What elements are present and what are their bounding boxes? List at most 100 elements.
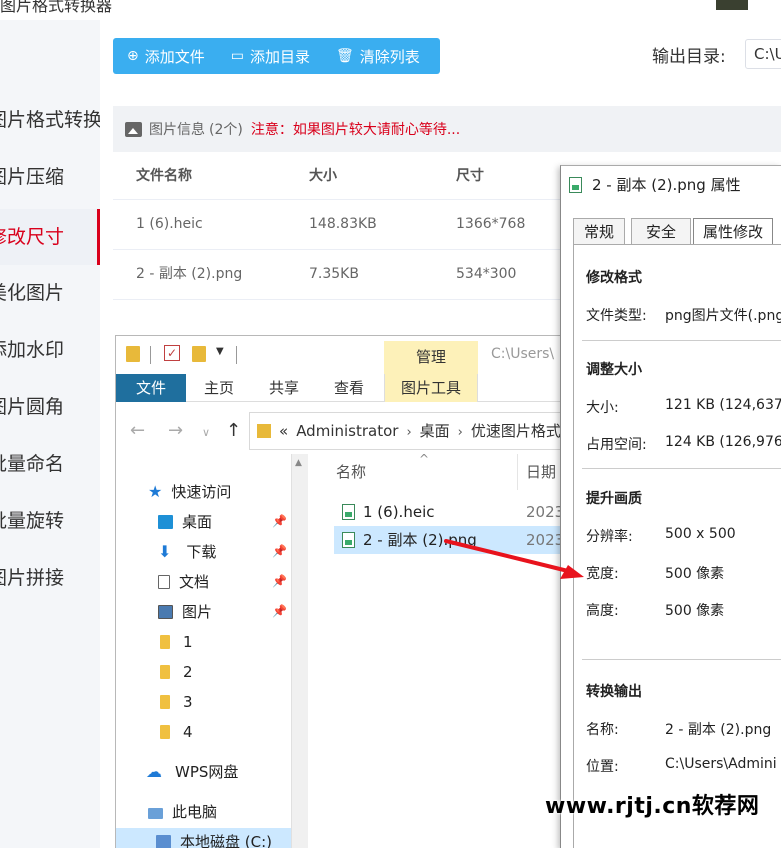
field-value[interactable]: 2 - 副本 (2).png (665, 719, 771, 739)
nav-scrollbar[interactable]: ▲ (291, 454, 308, 848)
row-file-name: 1 (6).heic (136, 216, 203, 232)
dialog-tabs: 常规 安全 属性修改 (573, 218, 781, 245)
breadcrumb-administrator[interactable]: Administrator (296, 422, 398, 440)
tab-home[interactable]: 主页 (196, 374, 242, 402)
nav-folder-3[interactable]: 3 (160, 688, 193, 716)
breadcrumb-desktop[interactable]: 桌面 (420, 422, 450, 440)
tab-security[interactable]: 安全 (631, 218, 691, 244)
breadcrumb-overflow[interactable]: « (279, 422, 288, 440)
nav-downloads[interactable]: ⬇ 下载 (158, 538, 216, 566)
file-list-header: 名称 ^ 日期 (324, 452, 576, 490)
nav-this-pc[interactable]: 此电脑 (148, 798, 217, 826)
list-item[interactable]: 2 - 副本 (2).png 2023 (334, 526, 576, 554)
field-label: 名称: (586, 722, 619, 738)
chevron-right-icon[interactable]: › (458, 425, 463, 440)
sidebar-item-batch-rotate[interactable]: 批量旋转 (0, 493, 100, 549)
output-dir-input[interactable]: C:\Users (745, 39, 781, 69)
nav-wps-drive[interactable]: ☁ WPS网盘 (146, 758, 238, 786)
nav-desktop[interactable]: 桌面 (158, 508, 212, 536)
sidebar-item-resize[interactable]: 修改尺寸 (0, 209, 100, 265)
field-value[interactable]: 500 x 500 (665, 526, 736, 542)
sidebar-item-round-corner[interactable]: 图片圆角 (0, 379, 100, 435)
clear-list-label: 清除列表 (359, 47, 420, 66)
col-name-header: 文件名称 (136, 168, 192, 184)
dialog-title-text: 2 - 副本 (2).png 属性 (592, 176, 741, 194)
list-item[interactable]: 1 (6).heic 2023 (334, 498, 576, 526)
col-date-header[interactable]: 日期 (526, 461, 556, 482)
nav-local-disk[interactable]: 本地磁盘 (C:) (116, 828, 291, 848)
add-file-button[interactable]: ⊕ 添加文件 (113, 46, 217, 67)
new-folder-icon[interactable] (192, 346, 206, 362)
row-file-size: 7.35KB (309, 266, 359, 282)
field-label: 位置: (586, 759, 619, 775)
nav-folder-2[interactable]: 2 (160, 658, 193, 686)
tab-attr-modify[interactable]: 属性修改 (693, 218, 773, 245)
image-info-bar: 图片信息 (2个) 注意：如果图片较大请耐心等待... (113, 106, 781, 152)
file-add-icon: ⊕ (127, 48, 139, 64)
section-output-heading: 转换输出 (586, 684, 642, 700)
pin-icon[interactable]: 📌 (272, 574, 287, 588)
scroll-up-icon[interactable]: ▲ (295, 458, 302, 468)
field-value[interactable]: 124 KB (126,976 (665, 434, 781, 450)
nav-quick-access[interactable]: ★ 快速访问 (148, 478, 231, 506)
sidebar-item-beautify[interactable]: 美化图片 (0, 265, 100, 321)
size-row: 大小: 121 KB (124,637 (586, 397, 781, 417)
file-list: 名称 ^ 日期 1 (6).heic 2023 2 - 副本 (2).png 2… (324, 452, 576, 848)
tab-picture-tools[interactable]: 图片工具 (384, 374, 478, 402)
folder-icon (160, 725, 170, 739)
pin-icon[interactable]: 📌 (272, 604, 287, 618)
add-dir-button[interactable]: ▭ 添加目录 (217, 46, 322, 67)
sidebar-item-format-convert[interactable]: 图片格式转换 (0, 92, 100, 148)
pin-icon[interactable]: 📌 (272, 544, 287, 558)
up-arrow-icon[interactable]: ↑ (226, 420, 241, 441)
avatar[interactable] (716, 0, 748, 10)
chevron-right-icon[interactable]: › (406, 425, 411, 440)
field-value[interactable]: C:\Users\Admini (665, 756, 777, 772)
ribbon-tabs: 文件 主页 共享 查看 图片工具 (116, 374, 576, 402)
pin-icon[interactable]: 📌 (272, 514, 287, 528)
nav-label: 此电脑 (172, 803, 218, 821)
folder-icon[interactable] (126, 346, 140, 362)
document-icon (158, 575, 170, 589)
desktop-icon (158, 515, 173, 529)
nav-folder-4[interactable]: 4 (160, 718, 193, 746)
nav-folder-1[interactable]: 1 (160, 628, 193, 656)
tab-general[interactable]: 常规 (573, 218, 625, 244)
folder-icon (160, 635, 170, 649)
breadcrumb-folder[interactable]: 优速图片格式 (471, 422, 561, 440)
col-name-header[interactable]: 名称 (336, 461, 366, 482)
tab-file[interactable]: 文件 (116, 374, 186, 402)
sidebar-item-label: 图片格式转换 (0, 109, 100, 131)
folder-icon (160, 695, 170, 709)
field-value[interactable]: 500 像素 (665, 563, 724, 583)
nav-label: 快速访问 (171, 483, 232, 501)
forward-arrow-icon[interactable]: → (168, 420, 183, 441)
nav-pictures[interactable]: 图片 (158, 598, 212, 626)
field-value[interactable]: png图片文件(.png (665, 305, 781, 325)
file-type-row: 文件类型: png图片文件(.png (586, 305, 781, 325)
recent-dropdown-icon[interactable]: ∨ (202, 426, 210, 439)
properties-check-icon[interactable]: ✓ (164, 345, 180, 361)
output-location-row: 位置: C:\Users\Admini (586, 756, 777, 776)
address-bar[interactable]: « Administrator › 桌面 › 优速图片格式 (249, 412, 576, 450)
quick-access-toolbar: ✓ ▼ 管理 C:\Users\ (116, 336, 576, 374)
sidebar-item-compress[interactable]: 图片压缩 (0, 149, 100, 205)
trash-icon: 🗑 (336, 48, 354, 64)
nav-documents[interactable]: 文档 (158, 568, 209, 596)
field-value[interactable]: 500 像素 (665, 600, 724, 620)
folder-icon: ▭ (230, 48, 244, 64)
manage-tab[interactable]: 管理 (384, 341, 478, 374)
sidebar-item-label: 批量命名 (0, 453, 65, 475)
sidebar-item-watermark[interactable]: 添加水印 (0, 322, 100, 378)
clear-list-button[interactable]: 🗑 清除列表 (322, 46, 432, 67)
output-dir-label: 输出目录: (652, 47, 726, 67)
field-value[interactable]: 121 KB (124,637 (665, 397, 781, 413)
sidebar-item-batch-rename[interactable]: 批量命名 (0, 436, 100, 492)
back-arrow-icon[interactable]: ← (130, 420, 145, 441)
nav-label: 图片 (182, 603, 213, 621)
tab-share[interactable]: 共享 (261, 374, 307, 402)
sidebar-item-stitch[interactable]: 图片拼接 (0, 550, 100, 606)
sidebar: 图片格式转换 图片压缩 修改尺寸 美化图片 添加水印 图片圆角 批量命名 批量旋… (0, 20, 100, 848)
tab-view[interactable]: 查看 (326, 374, 372, 402)
customize-dropdown-icon[interactable]: ▼ (216, 346, 224, 357)
